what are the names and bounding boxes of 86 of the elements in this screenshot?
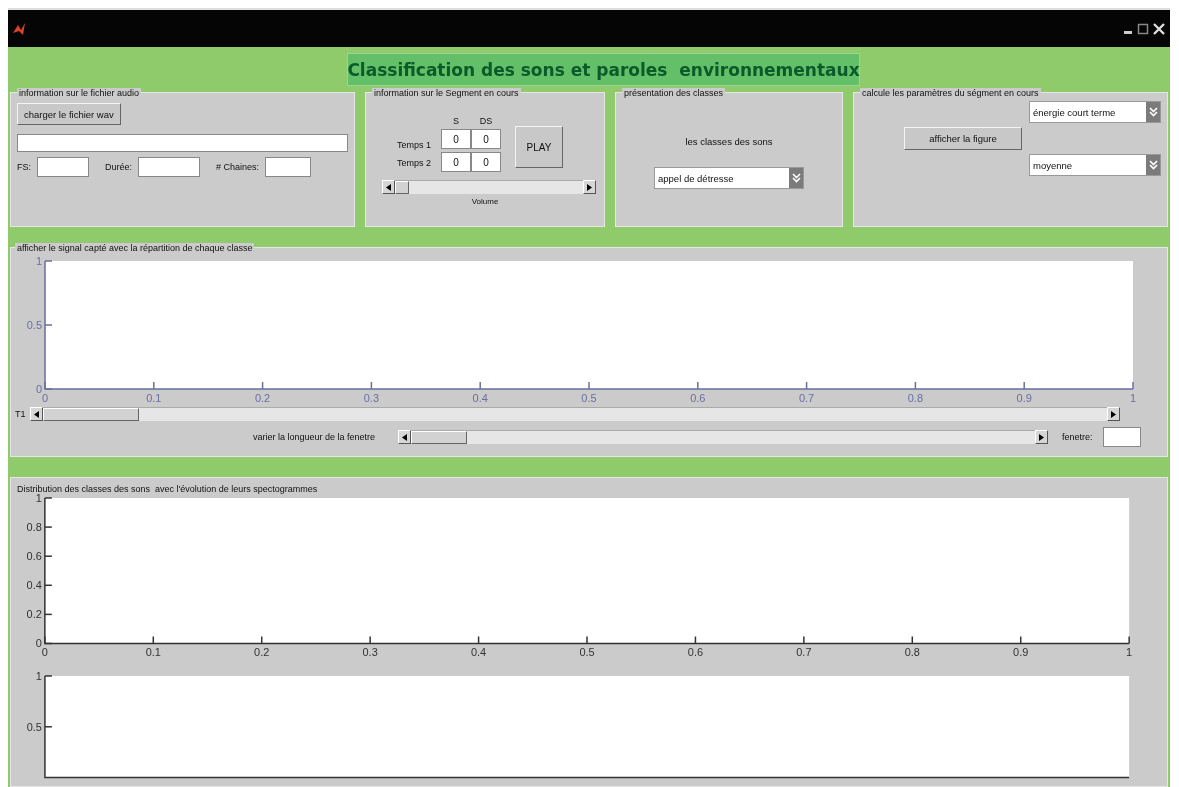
tick-label: 0.4 (472, 392, 488, 404)
play-button[interactable]: PLAY (515, 126, 563, 168)
input-field[interactable] (265, 157, 312, 177)
tick-label: 0.8 (904, 646, 920, 659)
panel-label: présentation des classes (622, 88, 726, 98)
load-file-button[interactable]: charger le fichier wav (17, 103, 121, 125)
slider-thumb[interactable] (411, 431, 467, 444)
dropdown[interactable]: énergie court terme (1029, 101, 1161, 123)
tick-label: 0.5 (579, 646, 595, 659)
slider-thumb[interactable] (42, 408, 139, 421)
slider-label: T1 (15, 409, 26, 419)
row-label: Temps 1 (397, 140, 431, 150)
column-header: DS (479, 116, 493, 126)
left-arrow-icon (33, 410, 39, 418)
tick-label: 0 (35, 383, 42, 395)
input-field[interactable] (37, 157, 89, 177)
tick-label: 0 (41, 646, 48, 659)
panel-label: Distribution des classes des sons avec l'évolution de leurs spectogrammes (15, 484, 320, 494)
panel-label: information sur le Segment en cours (372, 88, 521, 98)
maximize-icon[interactable] (1137, 22, 1149, 35)
tick-label: 0.6 (687, 646, 704, 659)
dropdown[interactable]: moyenne (1029, 154, 1161, 176)
tick-label: 0.2 (26, 608, 42, 621)
tick-label: 0.7 (796, 646, 812, 659)
tick-label: 0.1 (146, 392, 162, 404)
field-label: FS: (17, 162, 31, 172)
tick-label: 0 (35, 637, 42, 650)
scroll-left-button[interactable] (29, 407, 43, 421)
scroll-left-button[interactable] (398, 430, 411, 444)
field-label: fenetre: (1062, 432, 1093, 442)
tick-label: 1 (35, 255, 42, 267)
row-label: Temps 2 (397, 158, 431, 168)
scroll-right-button[interactable] (1035, 430, 1048, 444)
show-figure-button[interactable]: afficher la figure (904, 127, 1022, 150)
chevron-down-icon (1148, 107, 1158, 117)
tick-label: 0.3 (362, 646, 378, 659)
left-arrow-icon (386, 183, 391, 191)
tick-label: 0.8 (907, 392, 924, 404)
slider-thumb[interactable] (395, 181, 409, 194)
dropdown[interactable]: appel de détresse (654, 167, 804, 189)
scroll-left-button[interactable] (382, 180, 395, 194)
input-field[interactable] (138, 157, 201, 177)
value-field[interactable]: 0 (441, 152, 471, 172)
slider-label: varier la longueur de la fenetre (251, 432, 375, 442)
scroll-right-button[interactable] (583, 180, 596, 194)
column-header: S (453, 116, 459, 126)
panel-label: information sur le fichier audio (17, 88, 142, 98)
tick-label: 0.6 (26, 550, 42, 563)
tick-label: 0.9 (1016, 392, 1032, 404)
right-arrow-icon (1110, 410, 1116, 418)
field-label: # Chaines: (216, 162, 260, 172)
app-title: Classification des sons et paroles environnementaux (347, 53, 860, 86)
tick-label: 0.7 (798, 392, 815, 404)
tick-label: 0.3 (363, 392, 380, 404)
right-arrow-icon (1039, 433, 1044, 441)
file-path-field[interactable] (17, 134, 348, 152)
tick-label: 0.2 (254, 646, 270, 659)
tick-label: 0.8 (26, 521, 42, 534)
tick-label: 0.2 (254, 392, 271, 404)
value-field[interactable]: 0 (471, 129, 501, 149)
tick-label: 1 (35, 670, 42, 683)
tick-label: 0.5 (581, 392, 597, 404)
caption: les classes des sons (685, 136, 773, 147)
panel-label: calcule les paramètres du ségment en cours (860, 88, 1041, 98)
panel-label: afficher le signal capté avec la répartition de chaque classe (15, 243, 255, 253)
tick-label: 0.1 (145, 646, 161, 659)
slider-label: Volume (471, 197, 499, 206)
close-icon[interactable] (1152, 21, 1166, 36)
right-arrow-icon (587, 183, 592, 191)
chevron-down-icon (791, 173, 801, 183)
tick-label: 0.5 (26, 319, 42, 331)
tick-label: 0.5 (26, 721, 42, 734)
tick-label: 0.4 (26, 579, 42, 592)
field-label: Durée: (105, 162, 133, 172)
chevron-down-icon (1148, 160, 1158, 170)
tick-label: 0.4 (470, 646, 487, 659)
tick-label: 1 (35, 494, 42, 504)
tick-label: 0.9 (1013, 646, 1029, 659)
input-field[interactable] (1102, 427, 1141, 447)
tick-label: 0.6 (690, 392, 706, 404)
left-arrow-icon (402, 433, 407, 441)
tick-label: 1 (1129, 392, 1137, 404)
tick-label: 1 (1126, 646, 1133, 659)
value-field[interactable]: 0 (471, 152, 501, 172)
value-field[interactable]: 0 (441, 129, 471, 149)
tick-label: 0 (41, 392, 49, 404)
